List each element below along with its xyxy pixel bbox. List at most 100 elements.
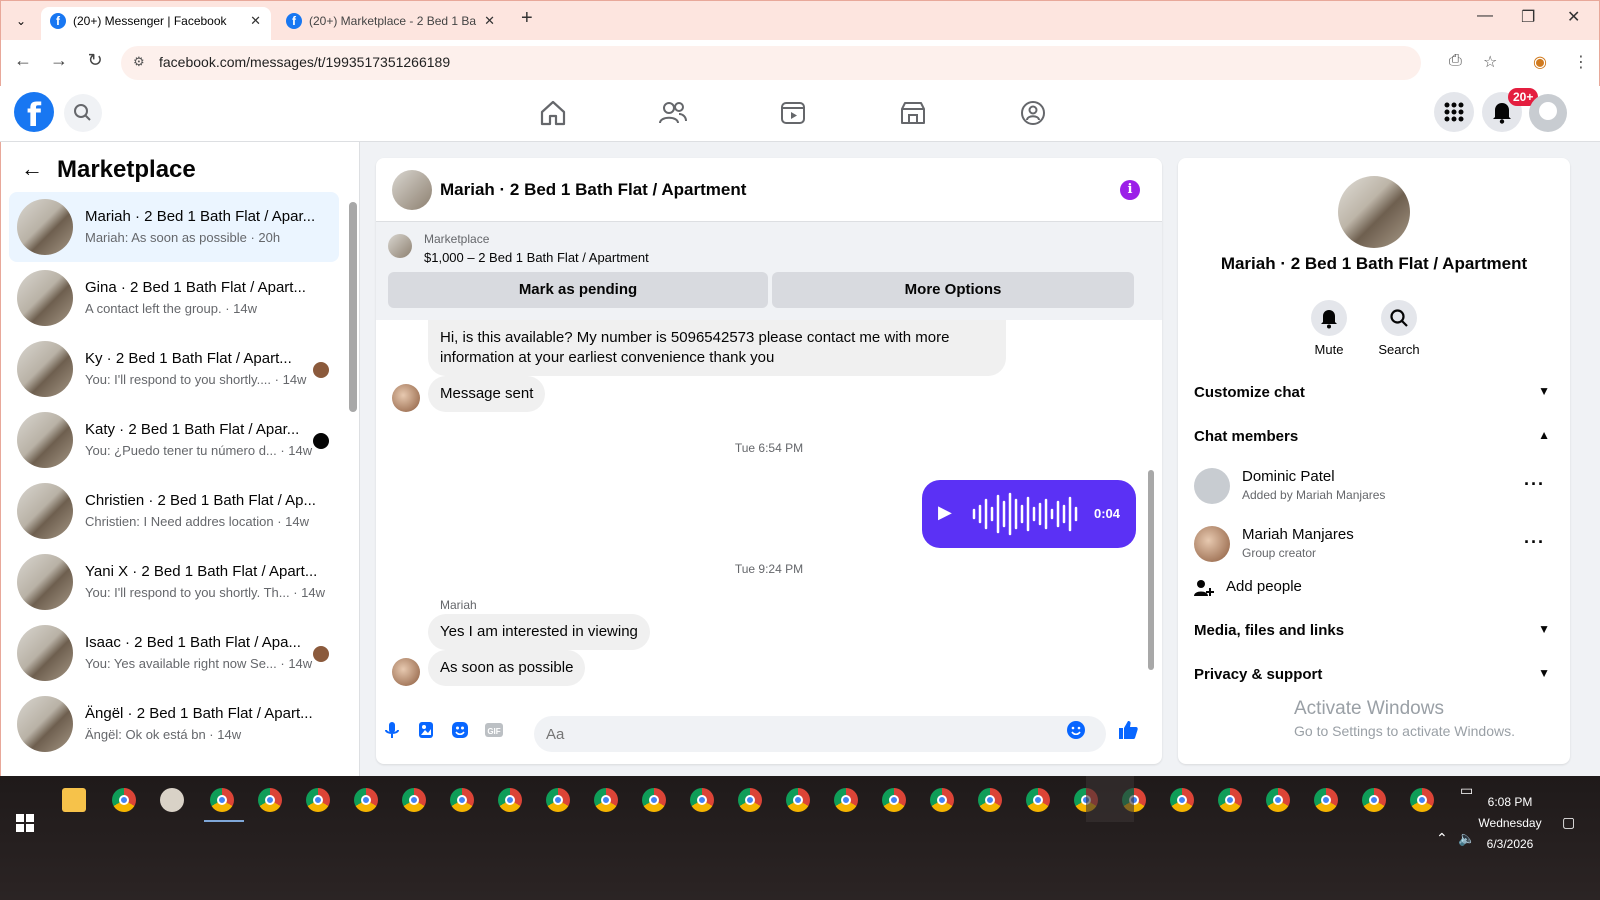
- back-arrow-icon[interactable]: ←: [11, 50, 35, 71]
- more-options-button[interactable]: More Options: [772, 272, 1134, 308]
- chrome-profile-icon[interactable]: [498, 788, 522, 812]
- message-input[interactable]: [534, 716, 1106, 752]
- tab-messenger[interactable]: f (20+) Messenger | Facebook ✕: [41, 7, 271, 41]
- mark-as-pending-button[interactable]: Mark as pending: [388, 272, 768, 308]
- friends-icon[interactable]: [658, 98, 688, 128]
- tab-search-button[interactable]: ⌄: [9, 9, 33, 33]
- chrome-profile-icon[interactable]: [738, 788, 762, 812]
- conversation-item[interactable]: Christien · 2 Bed 1 Bath Flat / Ap... Ch…: [9, 476, 339, 546]
- member-item[interactable]: Dominic Patel Added by Mariah Manjares ·…: [1194, 464, 1554, 514]
- media-files-links-section[interactable]: Media, files and links ▼: [1194, 622, 1554, 639]
- listing-thumbnail: [17, 341, 73, 397]
- notifications-icon[interactable]: ▢: [1562, 814, 1575, 831]
- chat-avatar[interactable]: [392, 170, 432, 210]
- chrome-profile-icon[interactable]: [258, 788, 282, 812]
- microphone-icon[interactable]: [382, 720, 402, 740]
- conversation-item[interactable]: Yani X · 2 Bed 1 Bath Flat / Apart... Yo…: [9, 547, 339, 617]
- chat-members-section[interactable]: Chat members ▲: [1194, 428, 1554, 445]
- privacy-support-section[interactable]: Privacy & support ▼: [1194, 666, 1554, 683]
- chrome-profile-icon[interactable]: [594, 788, 618, 812]
- conversation-item[interactable]: Katy · 2 Bed 1 Bath Flat / Apar... You: …: [9, 405, 339, 475]
- taskbar-clock[interactable]: 6:08 PM Wednesday 6/3/2026: [1470, 792, 1550, 855]
- chrome-profile-icon[interactable]: [642, 788, 666, 812]
- photo-icon[interactable]: [416, 720, 436, 740]
- chrome-profile-icon[interactable]: [402, 788, 426, 812]
- chrome-profile-icon[interactable]: [1314, 788, 1338, 812]
- chrome-profile-icon[interactable]: [690, 788, 714, 812]
- chat-title[interactable]: Mariah · 2 Bed 1 Bath Flat / Apartment: [440, 180, 746, 200]
- chrome-profile-icon[interactable]: [1026, 788, 1050, 812]
- emoji-icon[interactable]: [1066, 720, 1086, 740]
- browser-menu-icon[interactable]: ⋮: [1573, 52, 1589, 72]
- close-tab-icon[interactable]: ✕: [484, 7, 495, 35]
- paint-icon[interactable]: [160, 788, 184, 812]
- site-settings-icon[interactable]: ⚙: [133, 54, 145, 70]
- sidebar-scrollbar[interactable]: [349, 202, 357, 412]
- chrome-profile-icon[interactable]: [1362, 788, 1386, 812]
- file-explorer-icon[interactable]: [62, 788, 86, 812]
- back-arrow-icon[interactable]: ←: [21, 156, 43, 182]
- chrome-profile-icon[interactable]: [546, 788, 570, 812]
- mute-button[interactable]: Mute: [1294, 300, 1364, 357]
- more-options-icon[interactable]: ···: [1524, 532, 1545, 553]
- read-receipt-avatar: [313, 362, 329, 378]
- conversation-item[interactable]: Ängël · 2 Bed 1 Bath Flat / Apart... Äng…: [9, 689, 339, 759]
- listing-price[interactable]: $1,000 – 2 Bed 1 Bath Flat / Apartment: [424, 250, 649, 265]
- play-icon[interactable]: ▶: [938, 502, 952, 523]
- omnibox[interactable]: ⚙ facebook.com/messages/t/19935173512661…: [121, 46, 1421, 80]
- conversation-item[interactable]: Mariah · 2 Bed 1 Bath Flat / Apar... Mar…: [9, 192, 339, 262]
- minimize-icon[interactable]: —: [1477, 7, 1493, 25]
- chrome-profile-icon[interactable]: [1218, 788, 1242, 812]
- chrome-profile-icon[interactable]: [354, 788, 378, 812]
- groups-icon[interactable]: [1018, 98, 1048, 128]
- gif-icon[interactable]: GIF: [484, 720, 504, 740]
- install-app-icon[interactable]: ⎙: [1449, 52, 1462, 70]
- sticker-icon[interactable]: [450, 720, 470, 740]
- voice-message[interactable]: ▶ 0:04: [922, 480, 1136, 548]
- info-icon[interactable]: i: [1120, 180, 1140, 200]
- conversation-item[interactable]: Gina · 2 Bed 1 Bath Flat / Apart... A co…: [9, 263, 339, 333]
- member-item[interactable]: Mariah Manjares Group creator ···: [1194, 522, 1554, 572]
- conversation-item[interactable]: Isaac · 2 Bed 1 Bath Flat / Apa... You: …: [9, 618, 339, 688]
- chrome-profile-icon[interactable]: [1170, 788, 1194, 812]
- chrome-profile-icon[interactable]: [834, 788, 858, 812]
- new-tab-button[interactable]: +: [521, 7, 533, 30]
- tab-marketplace[interactable]: f (20+) Marketplace - 2 Bed 1 Ba ✕: [277, 7, 505, 41]
- facebook-search-button[interactable]: [64, 94, 102, 132]
- restore-icon[interactable]: ❐: [1521, 7, 1535, 27]
- like-thumb-icon[interactable]: [1116, 718, 1140, 742]
- chrome-profile-icon[interactable]: [1266, 788, 1290, 812]
- chrome-profile-icon[interactable]: [1410, 788, 1434, 812]
- window-close-icon[interactable]: ✕: [1567, 7, 1580, 27]
- reload-icon[interactable]: ↻: [83, 50, 107, 71]
- customize-chat-section[interactable]: Customize chat ▼: [1194, 384, 1554, 401]
- chrome-profile-icon[interactable]: [930, 788, 954, 812]
- chrome-profile-icon[interactable]: [786, 788, 810, 812]
- chrome-profile-icon[interactable]: [882, 788, 906, 812]
- listing-thumbnail: [17, 270, 73, 326]
- chrome-profile-icon[interactable]: [450, 788, 474, 812]
- show-hidden-icons-icon[interactable]: ⌃: [1436, 830, 1448, 847]
- close-tab-icon[interactable]: ✕: [250, 7, 261, 35]
- windows-start-icon[interactable]: [16, 814, 34, 832]
- search-in-conversation-button[interactable]: Search: [1364, 300, 1434, 357]
- profile-icon[interactable]: ◉: [1533, 52, 1547, 72]
- video-icon[interactable]: [778, 98, 808, 128]
- marketplace-icon[interactable]: [898, 98, 928, 128]
- more-options-icon[interactable]: ···: [1524, 474, 1545, 495]
- forward-arrow-icon[interactable]: →: [47, 50, 71, 71]
- listing-thumbnail: [17, 696, 73, 752]
- account-avatar[interactable]: [1529, 94, 1567, 132]
- chat-scrollbar[interactable]: [1148, 470, 1154, 670]
- chrome-profile-icon[interactable]: [978, 788, 1002, 812]
- watermark-title: Activate Windows: [1294, 698, 1444, 719]
- chrome-profile-icon[interactable]: [306, 788, 330, 812]
- chrome-icon[interactable]: [112, 788, 136, 812]
- menu-button[interactable]: [1434, 92, 1474, 132]
- bookmark-star-icon[interactable]: ☆: [1483, 52, 1497, 72]
- message-bubble: Hi, is this available? My number is 5096…: [428, 320, 1006, 376]
- chrome-profile-icon[interactable]: [210, 788, 234, 812]
- conversation-item[interactable]: Ky · 2 Bed 1 Bath Flat / Apart... You: I…: [9, 334, 339, 404]
- home-icon[interactable]: [538, 98, 568, 128]
- facebook-logo-icon[interactable]: f: [14, 92, 54, 132]
